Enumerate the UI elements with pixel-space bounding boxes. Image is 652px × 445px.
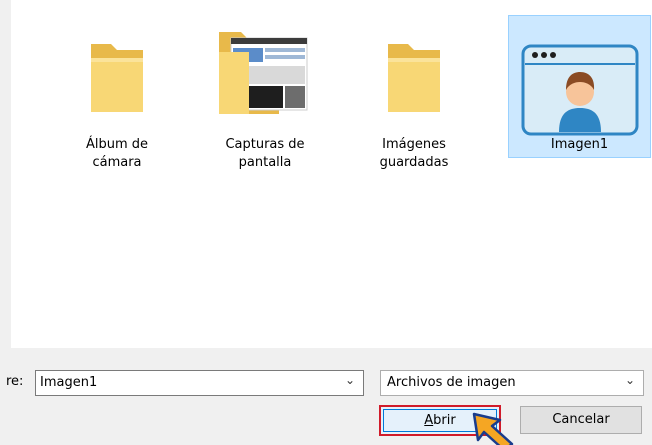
folder-item-camera-roll[interactable]: Álbum de cámara [61, 0, 173, 170]
folder-icon [91, 44, 143, 112]
file-label: Imagen1 [550, 137, 609, 152]
file-name-label: re: [6, 374, 24, 389]
folder-label: Imágenes guardadas [379, 137, 449, 170]
pointer-arrow-icon [472, 412, 514, 445]
file-type-value: Archivos de imagen [387, 375, 516, 390]
folder-item-screenshots[interactable]: Capturas de pantalla [209, 0, 321, 170]
open-button-label: Abrir [424, 413, 456, 428]
file-name-input[interactable]: Imagen1 ⌄ [35, 370, 364, 396]
image-file-icon [521, 44, 639, 136]
chevron-down-icon[interactable]: ⌄ [345, 373, 355, 387]
folder-label: Álbum de cámara [85, 137, 149, 170]
cancel-button[interactable]: Cancelar [520, 406, 642, 434]
file-type-select[interactable]: Archivos de imagen ⌄ [380, 370, 644, 396]
chevron-down-icon[interactable]: ⌄ [625, 373, 635, 387]
file-name-value: Imagen1 [40, 375, 98, 390]
folder-item-saved-pictures[interactable]: Imágenes guardadas [358, 0, 470, 170]
folder-icon [388, 44, 440, 112]
folder-screenshots-icon [219, 32, 308, 114]
file-item-imagen1[interactable]: Imagen1 [508, 15, 651, 158]
folder-label: Capturas de pantalla [225, 137, 305, 170]
file-list-area[interactable]: Álbum de cámara Capturas de pantalla Imá… [11, 0, 652, 348]
